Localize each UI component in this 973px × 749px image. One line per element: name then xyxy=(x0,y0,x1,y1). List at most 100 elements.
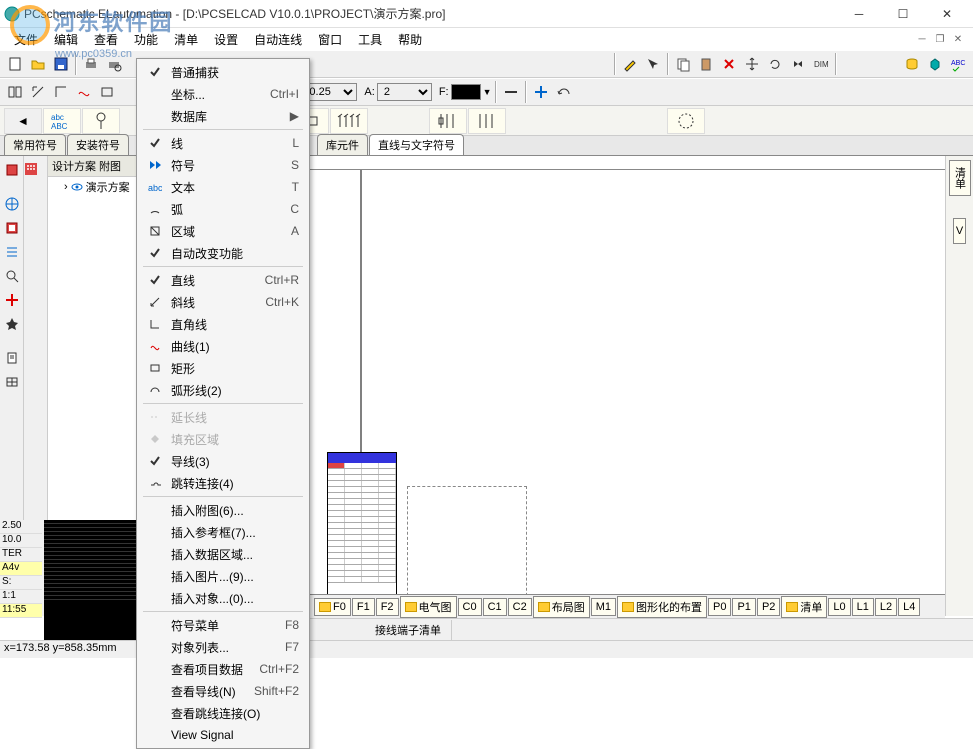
color-swatch[interactable] xyxy=(451,84,481,100)
menu-item[interactable]: 弧形线(2) xyxy=(139,379,307,401)
sheet-tab[interactable]: L2 xyxy=(875,598,897,616)
color-dropdown-icon[interactable]: ▼ xyxy=(483,87,492,97)
database-button[interactable] xyxy=(901,53,923,75)
mdi-restore-button[interactable]: ❐ xyxy=(931,31,949,47)
zoom-tool[interactable] xyxy=(2,266,22,286)
menu-item[interactable]: 导线(3) xyxy=(139,450,307,472)
menu-item[interactable]: 插入参考框(7)... xyxy=(139,521,307,543)
close-button[interactable]: ✕ xyxy=(925,1,969,27)
new-button[interactable] xyxy=(4,53,26,75)
menu-item[interactable]: abc文本T xyxy=(139,176,307,198)
menu-item[interactable]: 坐标...Ctrl+I xyxy=(139,83,307,105)
menu-item[interactable]: 自动改变功能 xyxy=(139,242,307,264)
sheet-tab[interactable]: L1 xyxy=(852,598,874,616)
tab-install-symbols[interactable]: 安装符号 xyxy=(67,134,129,155)
star-tool[interactable] xyxy=(2,314,22,334)
symbol-abc[interactable]: abcABC xyxy=(43,108,81,134)
3d-button[interactable] xyxy=(924,53,946,75)
move-button[interactable] xyxy=(741,53,763,75)
menu-item[interactable]: 查看项目数据Ctrl+F2 xyxy=(139,658,307,680)
select-tool[interactable] xyxy=(2,160,22,180)
sheet-tab[interactable]: L4 xyxy=(898,598,920,616)
save-button[interactable] xyxy=(50,53,72,75)
minimize-button[interactable]: ─ xyxy=(837,1,881,27)
menu-list[interactable]: 清单 xyxy=(166,29,206,50)
cut-button[interactable] xyxy=(718,53,740,75)
menu-item[interactable]: 插入图片...(9)... xyxy=(139,565,307,587)
right-tab-v[interactable]: V xyxy=(953,218,966,244)
menu-file[interactable]: 文件 xyxy=(6,29,46,50)
sheet-tab[interactable]: 图形化的布置 xyxy=(617,596,707,618)
menu-item[interactable]: 插入对象...(0)... xyxy=(139,587,307,609)
sheet-tab[interactable]: L0 xyxy=(828,598,850,616)
menu-item[interactable]: 符号菜单F8 xyxy=(139,614,307,636)
symbol-arrow-button[interactable] xyxy=(642,53,664,75)
ref-tool-5[interactable] xyxy=(96,81,118,103)
menu-item[interactable]: 矩形 xyxy=(139,357,307,379)
symbol-switches[interactable] xyxy=(330,108,368,134)
menu-item[interactable]: 区域A xyxy=(139,220,307,242)
menu-item[interactable]: 插入数据区域... xyxy=(139,543,307,565)
rotate-button[interactable] xyxy=(764,53,786,75)
copy-button[interactable] xyxy=(672,53,694,75)
menu-item[interactable]: 斜线Ctrl+K xyxy=(139,291,307,313)
menu-item[interactable]: 直角线 xyxy=(139,313,307,335)
preview-thumbnail[interactable] xyxy=(44,520,136,640)
table-tool[interactable] xyxy=(2,372,22,392)
tab-line-text-symbols[interactable]: 直线与文字符号 xyxy=(369,134,464,155)
mdi-minimize-button[interactable]: ─ xyxy=(913,31,931,47)
ref-tool-2[interactable] xyxy=(27,81,49,103)
menu-item[interactable]: 直线Ctrl+R xyxy=(139,269,307,291)
sub-tab-terminal-list[interactable]: 接线端子清单 xyxy=(365,620,452,640)
tab-common-symbols[interactable]: 常用符号 xyxy=(4,134,66,155)
book-tool[interactable] xyxy=(2,218,22,238)
pencil-button[interactable] xyxy=(619,53,641,75)
menu-item[interactable]: 对象列表...F7 xyxy=(139,636,307,658)
sheet-tab[interactable]: C2 xyxy=(508,598,532,616)
a-select[interactable]: 2 xyxy=(377,83,432,101)
menu-item[interactable]: 数据库▶ xyxy=(139,105,307,127)
mdi-close-button[interactable]: ✕ xyxy=(949,31,967,47)
menu-item[interactable]: View Signal xyxy=(139,724,307,746)
sheet-tab[interactable]: 布局图 xyxy=(533,596,590,618)
sheet-tab[interactable]: C1 xyxy=(483,598,507,616)
maximize-button[interactable]: ☐ xyxy=(881,1,925,27)
right-tab-list[interactable]: 清单 xyxy=(949,160,971,196)
sheet-tab[interactable]: M1 xyxy=(591,598,616,616)
sheet-tab[interactable]: 电气图 xyxy=(400,596,457,618)
menu-window[interactable]: 窗口 xyxy=(310,29,350,50)
paste-button[interactable] xyxy=(695,53,717,75)
ref-tool-1[interactable] xyxy=(4,81,26,103)
print-button[interactable] xyxy=(80,53,102,75)
spellcheck-button[interactable]: ABC xyxy=(947,53,969,75)
menu-item[interactable]: 线L xyxy=(139,132,307,154)
crosshair-button[interactable] xyxy=(530,81,552,103)
mirror-button[interactable] xyxy=(787,53,809,75)
menu-item[interactable]: 插入附图(6)... xyxy=(139,499,307,521)
menu-autowire[interactable]: 自动连线 xyxy=(246,29,310,50)
symbol-left-arrow[interactable]: ◄ xyxy=(4,108,42,134)
undo-curve-button[interactable] xyxy=(553,81,575,103)
sheet-tab[interactable]: F0 xyxy=(314,598,351,616)
ref-tool-4[interactable] xyxy=(73,81,95,103)
list-tool[interactable] xyxy=(2,242,22,262)
tab-library[interactable]: 库元件 xyxy=(317,134,368,155)
dimension-button[interactable]: DIM xyxy=(810,53,832,75)
menu-help[interactable]: 帮助 xyxy=(390,29,430,50)
menu-edit[interactable]: 编辑 xyxy=(46,29,86,50)
doc-tool[interactable] xyxy=(2,348,22,368)
sheet-tab[interactable]: 清单 xyxy=(781,596,827,618)
menu-item[interactable]: 查看导线(N)Shift+F2 xyxy=(139,680,307,702)
symbol-contacts2[interactable] xyxy=(468,108,506,134)
b-select[interactable]: 0.25 xyxy=(302,83,357,101)
sheet-tab[interactable]: P1 xyxy=(732,598,755,616)
symbol-contacts1[interactable] xyxy=(429,108,467,134)
menu-view[interactable]: 查看 xyxy=(86,29,126,50)
open-button[interactable] xyxy=(27,53,49,75)
menu-item[interactable]: 查看跳线连接(O) xyxy=(139,702,307,724)
menu-item[interactable]: 普通捕获 xyxy=(139,61,307,83)
symbol-motor[interactable] xyxy=(667,108,705,134)
line-style-button[interactable] xyxy=(500,81,522,103)
grid-icon[interactable] xyxy=(24,162,47,176)
sheet-tab[interactable]: C0 xyxy=(458,598,482,616)
